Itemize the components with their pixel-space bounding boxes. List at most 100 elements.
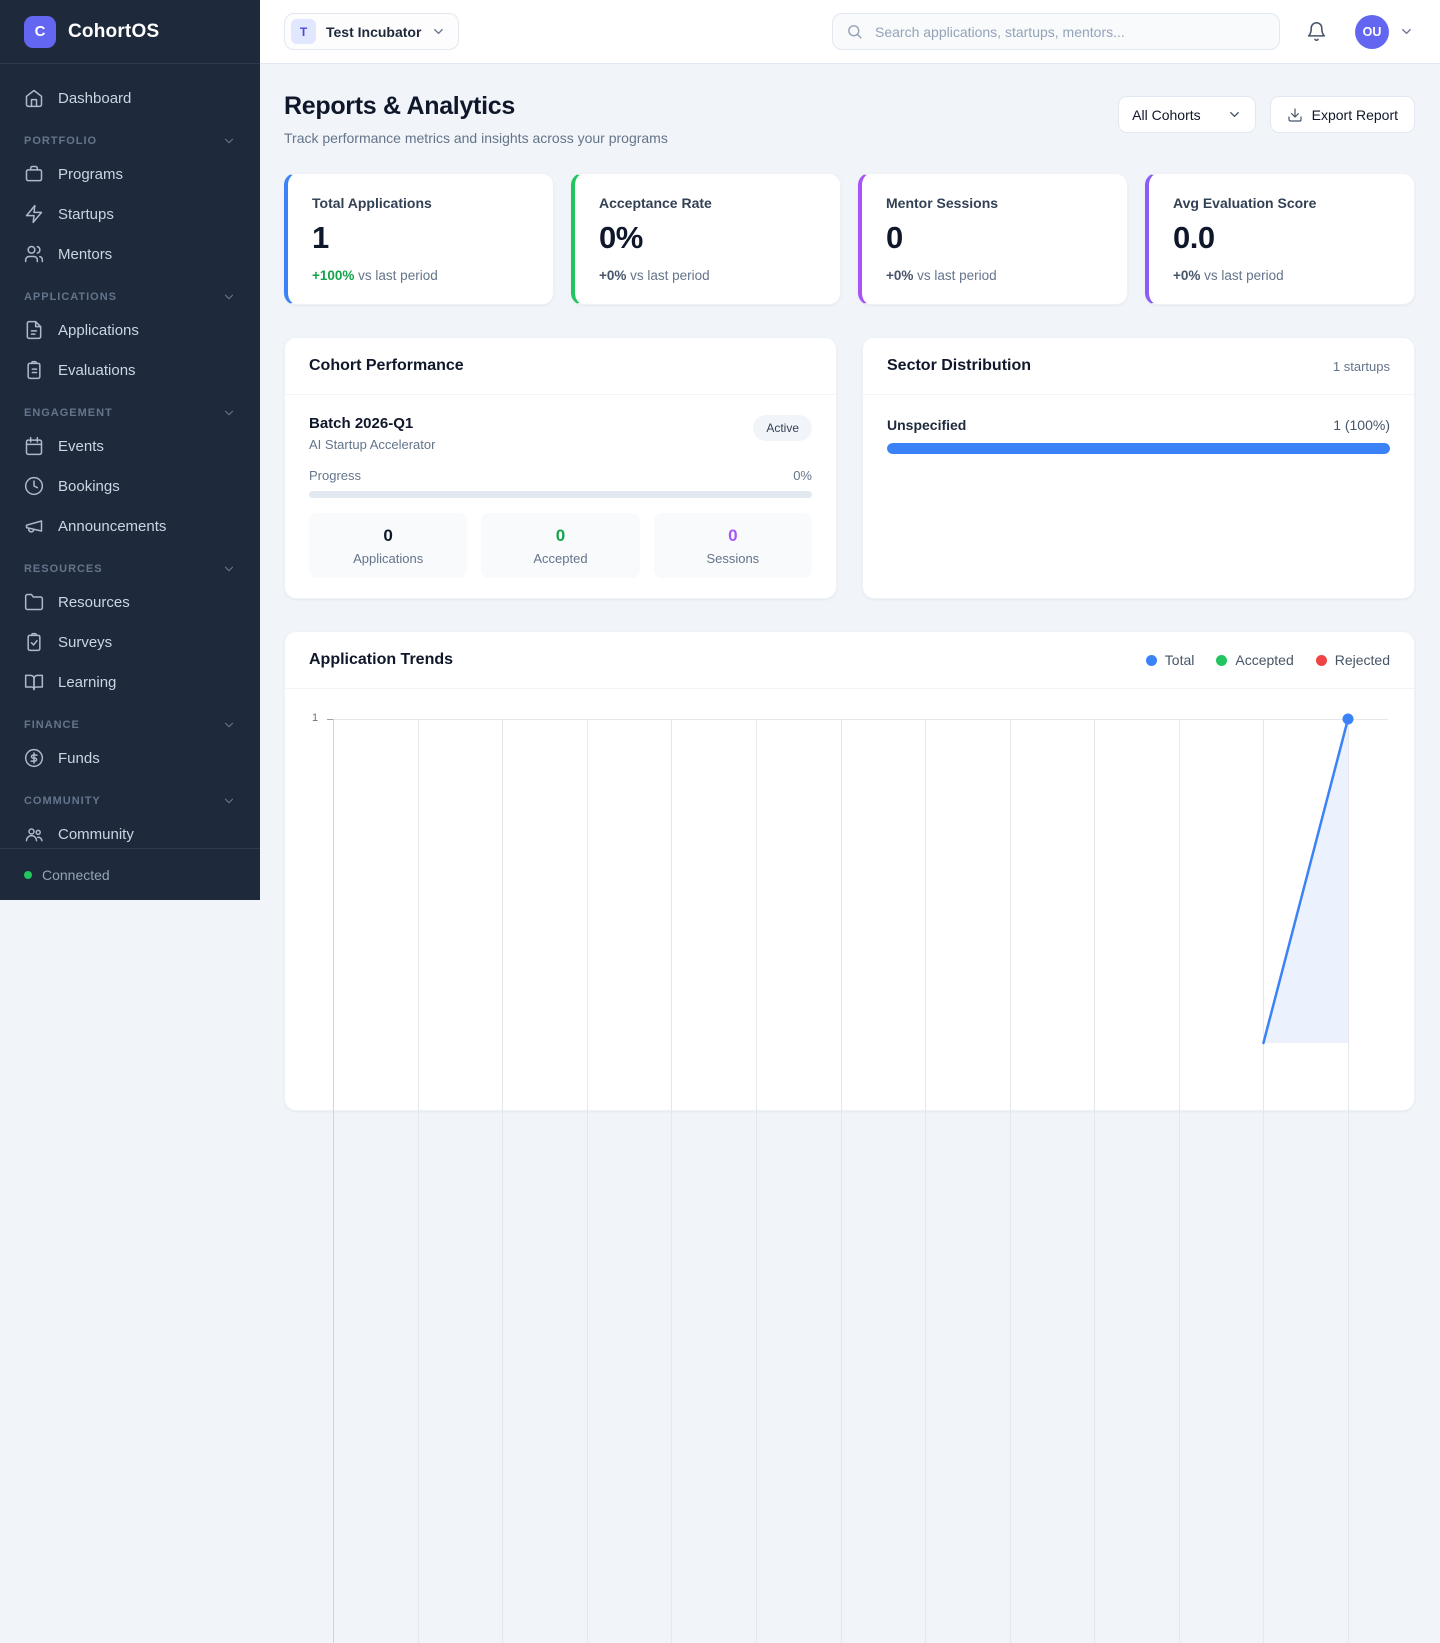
sidebar-item-learning[interactable]: Learning	[12, 662, 248, 702]
megaphone-icon	[24, 516, 44, 536]
sidebar-item-dashboard[interactable]: Dashboard	[12, 78, 248, 118]
stat-card-avg-evaluation-score: Avg Evaluation Score 0.0 +0% vs last per…	[1145, 173, 1415, 305]
sector-label: Unspecified	[887, 417, 966, 433]
export-report-button[interactable]: Export Report	[1270, 96, 1415, 133]
main-area: T Test Incubator OU Reports & Analytics …	[260, 0, 1440, 1111]
stat-delta: +0% vs last period	[599, 268, 816, 283]
cohort-filter-select[interactable]: All Cohorts	[1118, 96, 1255, 133]
batch-stat-value: 0	[481, 526, 639, 546]
sidebar-section-portfolio[interactable]: PORTFOLIO	[24, 134, 236, 148]
sidebar-item-funds[interactable]: Funds	[12, 738, 248, 778]
sidebar-item-label: Startups	[58, 206, 114, 223]
stat-value: 0.0	[1173, 220, 1390, 256]
sidebar-section-finance[interactable]: FINANCE	[24, 718, 236, 732]
sidebar-item-events[interactable]: Events	[12, 426, 248, 466]
sidebar-item-mentors[interactable]: Mentors	[12, 234, 248, 274]
chevron-down-icon	[1227, 107, 1242, 122]
sidebar-item-applications[interactable]: Applications	[12, 310, 248, 350]
legend-item-total: Total	[1146, 652, 1195, 668]
sidebar-item-label: Announcements	[58, 518, 166, 535]
global-search[interactable]	[832, 13, 1280, 50]
sidebar-section-applications[interactable]: APPLICATIONS	[24, 290, 236, 304]
card-title: Application Trends	[309, 651, 453, 669]
batch-stat-sessions: 0 Sessions	[654, 513, 812, 578]
search-input[interactable]	[873, 23, 1266, 41]
stat-label: Total Applications	[312, 195, 529, 211]
batch-stat-value: 0	[309, 526, 467, 546]
stat-card-total-applications: Total Applications 1 +100% vs last perio…	[284, 173, 554, 305]
batch-program: AI Startup Accelerator	[309, 437, 435, 452]
batch-stat-label: Accepted	[481, 551, 639, 566]
sidebar-item-bookings[interactable]: Bookings	[12, 466, 248, 506]
sidebar-item-label: Funds	[58, 750, 100, 767]
sidebar-item-programs[interactable]: Programs	[12, 154, 248, 194]
org-name: Test Incubator	[326, 24, 421, 40]
users-group-icon	[24, 824, 44, 844]
stat-delta-suffix: vs last period	[1200, 268, 1283, 283]
legend-label: Total	[1165, 652, 1195, 668]
stat-delta-suffix: vs last period	[626, 268, 709, 283]
sidebar-item-label: Dashboard	[58, 90, 131, 107]
section-label: RESOURCES	[24, 563, 103, 575]
stat-delta: +0% vs last period	[886, 268, 1103, 283]
sidebar-item-label: Events	[58, 438, 104, 455]
batch-header: Batch 2026-Q1 AI Startup Accelerator Act…	[309, 415, 812, 452]
sidebar-section-resources[interactable]: RESOURCES	[24, 562, 236, 576]
stat-delta: +100% vs last period	[312, 268, 529, 283]
batch-stat-applications: 0 Applications	[309, 513, 467, 578]
legend-item-accepted: Accepted	[1216, 652, 1293, 668]
chevron-down-icon	[222, 562, 236, 576]
users-icon	[24, 244, 44, 264]
avatar[interactable]: OU	[1355, 15, 1389, 49]
chevron-down-icon	[222, 290, 236, 304]
legend-dot	[1146, 655, 1157, 666]
book-open-icon	[24, 672, 44, 692]
application-trends-card: Application Trends Total Accepted Reject…	[284, 631, 1415, 1111]
section-label: COMMUNITY	[24, 795, 101, 807]
org-switcher[interactable]: T Test Incubator	[284, 13, 459, 50]
progress-label: Progress	[309, 468, 361, 483]
progress-value: 0%	[793, 468, 812, 483]
y-axis-label: 1	[312, 712, 318, 724]
stat-delta-value: +100%	[312, 268, 354, 283]
stat-card-mentor-sessions: Mentor Sessions 0 +0% vs last period	[858, 173, 1128, 305]
topbar: T Test Incubator OU	[260, 0, 1440, 64]
notifications-button[interactable]	[1306, 21, 1327, 42]
stat-value: 1	[312, 220, 529, 256]
card-title: Sector Distribution	[887, 357, 1031, 375]
sidebar-section-community[interactable]: COMMUNITY	[24, 794, 236, 808]
avatar-initials: OU	[1363, 25, 1382, 39]
chevron-down-icon[interactable]	[1399, 24, 1414, 39]
sector-bar-fill	[887, 443, 1390, 454]
cohort-performance-card: Cohort Performance Batch 2026-Q1 AI Star…	[284, 337, 837, 599]
status-text: Connected	[42, 867, 110, 883]
sector-row: Unspecified 1 (100%)	[887, 417, 1390, 433]
stat-delta-value: +0%	[886, 268, 913, 283]
zap-icon	[24, 204, 44, 224]
sector-distribution-card: Sector Distribution 1 startups Unspecifi…	[862, 337, 1415, 599]
sidebar-item-label: Resources	[58, 594, 130, 611]
chevron-down-icon	[222, 406, 236, 420]
sidebar-section-engagement[interactable]: ENGAGEMENT	[24, 406, 236, 420]
sidebar-item-label: Evaluations	[58, 362, 136, 379]
sidebar-item-announcements[interactable]: Announcements	[12, 506, 248, 546]
legend-dot	[1316, 655, 1327, 666]
plot-area	[333, 719, 1348, 1043]
sidebar-nav: Dashboard PORTFOLIO Programs Startups Me…	[0, 64, 260, 854]
legend-item-rejected: Rejected	[1316, 652, 1390, 668]
sidebar-item-evaluations[interactable]: Evaluations	[12, 350, 248, 390]
startups-count: 1 startups	[1333, 359, 1390, 374]
cohort-filter-value: All Cohorts	[1132, 107, 1200, 123]
progress-row: Progress 0%	[309, 468, 812, 483]
sidebar-item-label: Learning	[58, 674, 116, 691]
batch-name: Batch 2026-Q1	[309, 415, 435, 432]
section-label: FINANCE	[24, 719, 80, 731]
page-subtitle: Track performance metrics and insights a…	[284, 130, 668, 146]
stat-cards: Total Applications 1 +100% vs last perio…	[284, 173, 1415, 305]
calendar-icon	[24, 436, 44, 456]
home-icon	[24, 88, 44, 108]
sidebar-item-resources[interactable]: Resources	[12, 582, 248, 622]
batch-stat-value: 0	[654, 526, 812, 546]
sidebar-item-startups[interactable]: Startups	[12, 194, 248, 234]
sidebar-item-surveys[interactable]: Surveys	[12, 622, 248, 662]
